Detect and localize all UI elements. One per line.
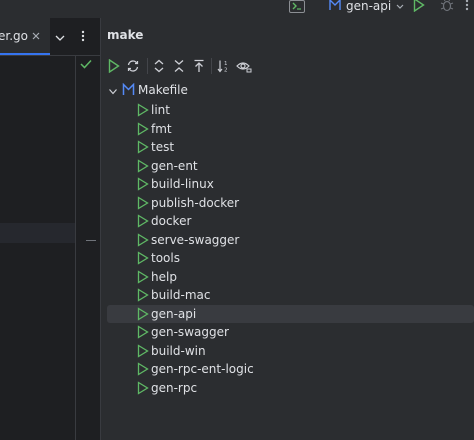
run-target-icon (137, 251, 149, 268)
chevron-down-icon (396, 0, 404, 13)
tree-item-label: serve-swagger (151, 232, 240, 247)
tree-item-help[interactable]: help (107, 268, 474, 286)
tree-item-label: build-linux (151, 177, 214, 191)
editor-tab-bar: er.go (0, 18, 100, 56)
tree-item-label: publish-docker (151, 195, 240, 210)
tree-item-test[interactable]: test (107, 138, 474, 156)
change-marker (86, 240, 96, 241)
run-target-icon (137, 306, 149, 324)
run-configuration-selector[interactable]: gen-api (329, 0, 404, 15)
tree-item-label: test (151, 140, 175, 154)
run-target-icon (137, 362, 149, 379)
tree-item-label: lint (151, 103, 170, 117)
tree-item-lint[interactable]: lint (107, 101, 474, 119)
close-icon[interactable] (31, 30, 41, 44)
tree-item-build-linux[interactable]: build-linux (107, 175, 474, 193)
tree-item-label: build-mac (151, 288, 211, 302)
tree-item-docker[interactable]: docker (107, 212, 474, 230)
run-configuration-name: gen-api (346, 0, 392, 13)
run-target-icon (137, 195, 149, 213)
tree-item-gen-api[interactable]: gen-api (107, 304, 474, 324)
editor-gutter-divider (75, 55, 76, 440)
tree-item-label: fmt (151, 121, 172, 136)
tree-item-gen-rpc[interactable]: gen-rpc (107, 379, 474, 397)
tree-item-publish-docker[interactable]: publish-docker (107, 194, 474, 212)
tree-item-label: help (151, 269, 177, 284)
tree-item-label: gen-swagger (151, 325, 229, 339)
make-tool-window: make 12 Makefile lint fmt test gen-ent b… (101, 18, 474, 440)
run-target-icon (137, 343, 149, 361)
makefile-icon (122, 82, 135, 99)
collapse-all-icon[interactable] (171, 58, 187, 74)
debug-icon[interactable] (440, 0, 454, 15)
run-target-icon (137, 380, 149, 398)
chevron-down-icon[interactable] (108, 85, 118, 99)
run-target-icon (137, 158, 149, 176)
tree-item-label: gen-api (151, 306, 197, 321)
more-actions-icon[interactable] (464, 0, 474, 15)
editor-tab[interactable]: er.go (0, 18, 50, 55)
navigate-to-top-icon[interactable] (191, 58, 207, 74)
svg-text:2: 2 (224, 68, 228, 74)
tree-item-build-win[interactable]: build-win (107, 342, 474, 360)
main-toolbar: gen-api (0, 0, 474, 19)
tree-item-label: docker (151, 214, 192, 228)
tree-item-label: gen-rpc (151, 380, 198, 395)
run-target-icon (137, 177, 149, 194)
expand-all-icon[interactable] (151, 58, 167, 74)
run-target-icon (137, 288, 149, 305)
current-line-highlight (0, 223, 75, 243)
more-actions-icon[interactable] (80, 29, 86, 46)
tree-item-gen-rpc-ent-logic[interactable]: gen-rpc-ent-logic (107, 360, 474, 378)
run-target-icon (137, 325, 149, 342)
sort-icon[interactable]: 12 (216, 58, 232, 74)
run-target-icon (137, 269, 149, 287)
tree-item-label: tools (151, 251, 180, 265)
check-icon (80, 58, 92, 72)
tree-item-gen-ent[interactable]: gen-ent (107, 157, 474, 175)
panel-title: make (107, 28, 144, 42)
tree-item-gen-swagger[interactable]: gen-swagger (107, 323, 474, 341)
run-target-icon (137, 232, 149, 250)
run-target-icon (137, 121, 149, 139)
run-target-icon (137, 103, 149, 120)
tree-item-fmt[interactable]: fmt (107, 120, 474, 138)
toolbar-separator (147, 58, 148, 74)
svg-text:1: 1 (224, 61, 228, 67)
tree-item-tools[interactable]: tools (107, 249, 474, 267)
show-hidden-icon[interactable] (236, 58, 252, 74)
chevron-down-icon[interactable] (55, 31, 65, 45)
run-target-icon (137, 214, 149, 231)
run-icon[interactable] (413, 0, 425, 15)
terminal-icon[interactable] (289, 0, 305, 13)
run-target-icon (137, 140, 149, 157)
run-icon[interactable] (106, 58, 122, 74)
editor-tab-label: er.go (0, 29, 28, 43)
tree-item-label: gen-ent (151, 158, 198, 173)
tree-item-serve-swagger[interactable]: serve-swagger (107, 231, 474, 249)
toolbar-separator (211, 58, 212, 74)
make-toolbar: 12 (101, 55, 474, 77)
refresh-icon[interactable] (125, 58, 141, 74)
tree-item-label: build-win (151, 343, 206, 358)
tree-item-label: gen-rpc-ent-logic (151, 362, 254, 376)
tree-root-label: Makefile (138, 83, 188, 97)
tree-root-makefile[interactable]: Makefile (101, 81, 474, 99)
tree-item-build-mac[interactable]: build-mac (107, 286, 474, 304)
editor-area: er.go (0, 18, 100, 440)
makefile-config-icon (329, 0, 341, 14)
